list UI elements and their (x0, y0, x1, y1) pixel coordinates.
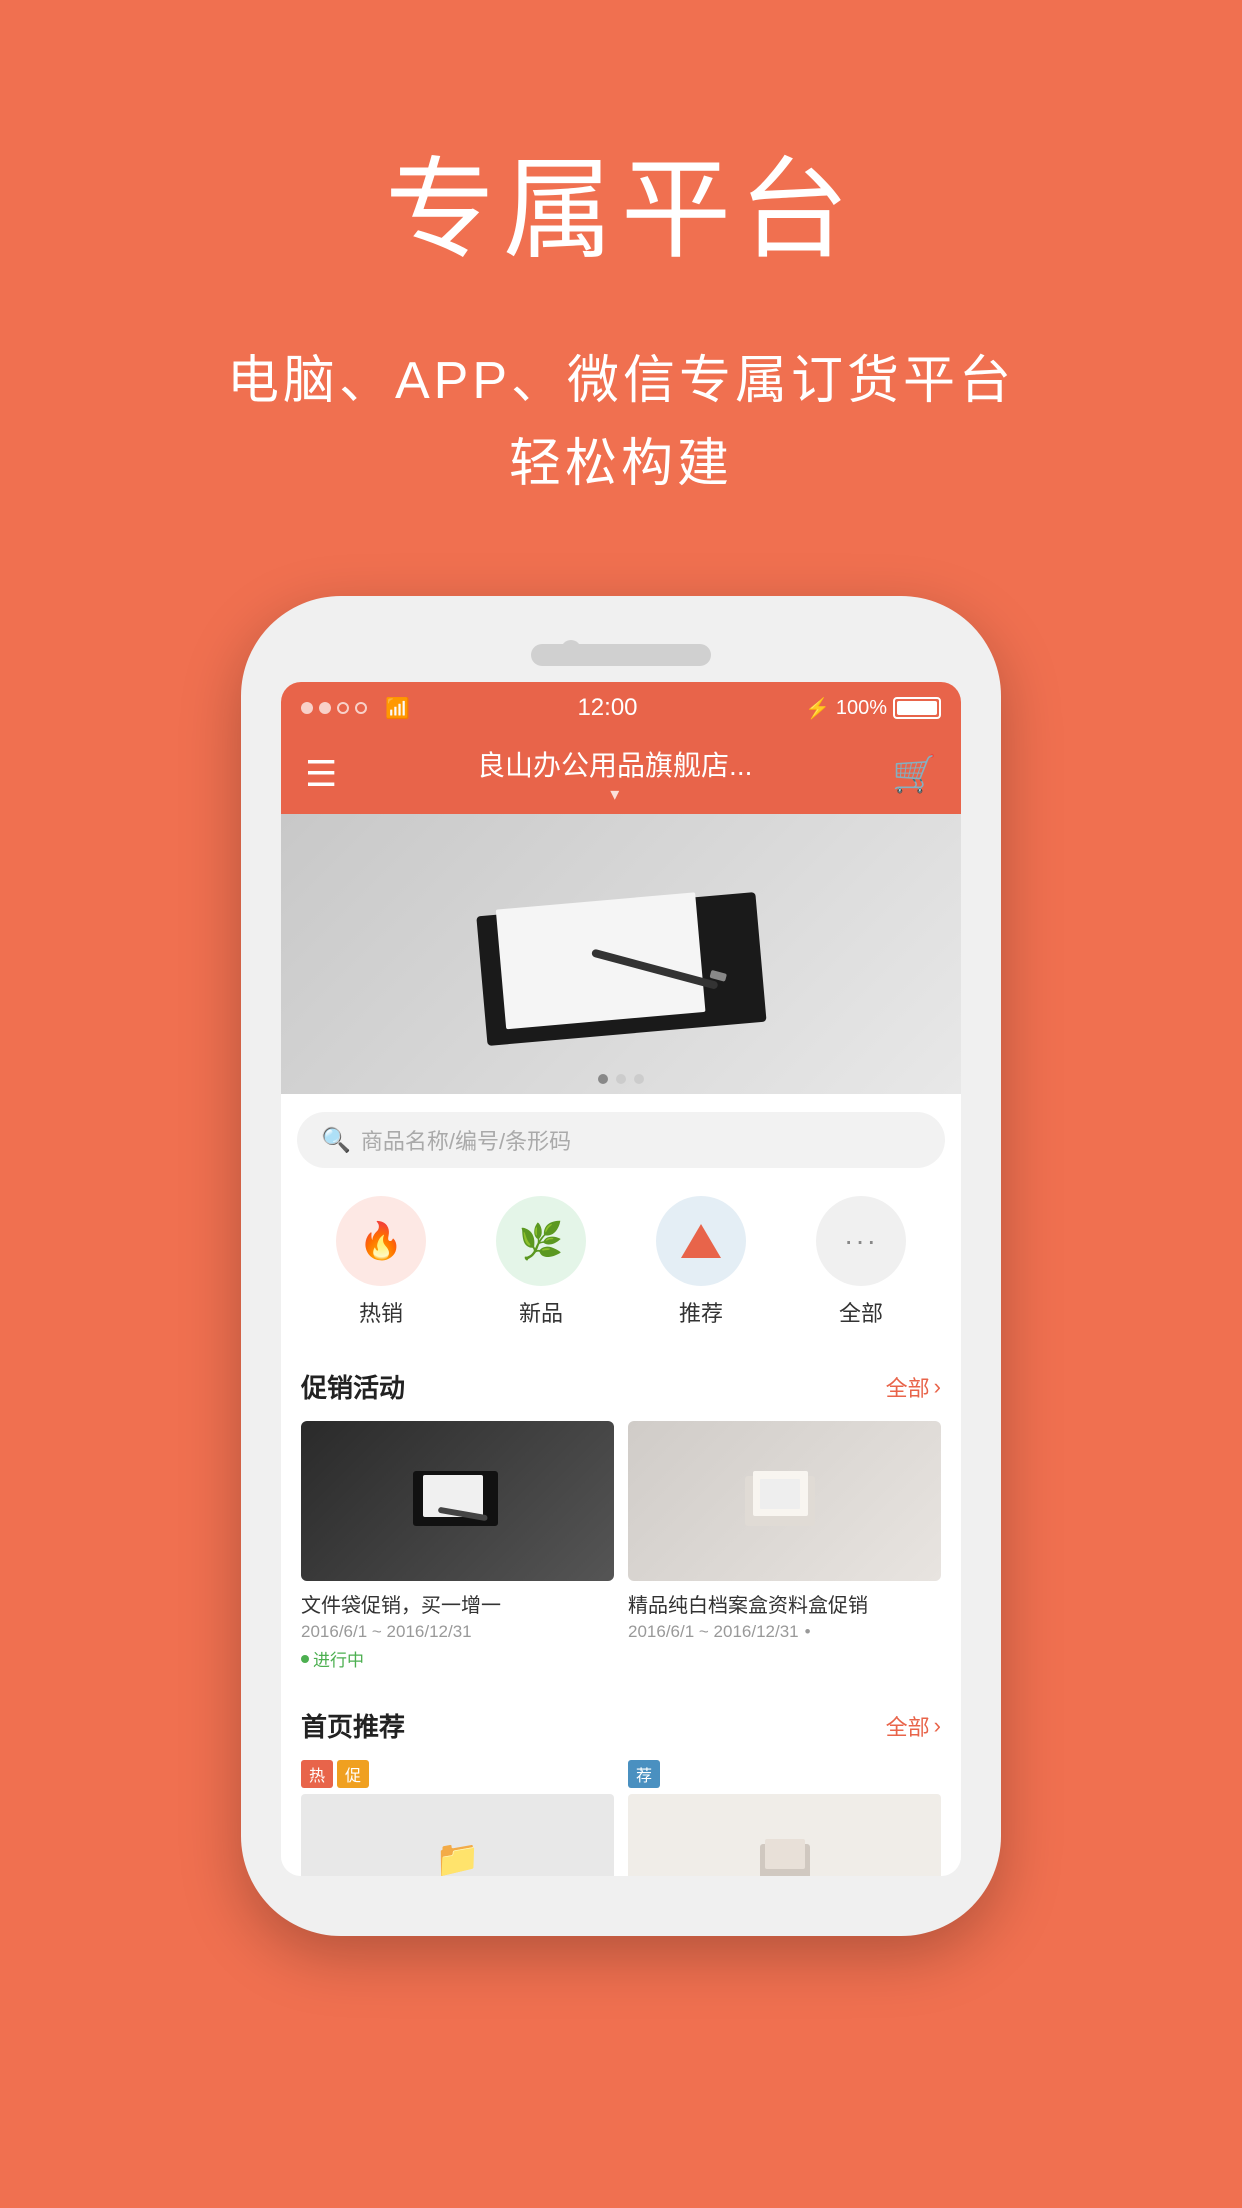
chevron-right-icon: › (934, 1374, 941, 1400)
phone-speaker (531, 644, 711, 666)
status-time: 12:00 (577, 694, 637, 722)
promo-item-1[interactable]: 文件袋促销，买一增一 2016/6/1 ~ 2016/12/31 进行中 (301, 1421, 614, 1671)
promo-status-dot-2: • (805, 1622, 811, 1642)
rec-tags-2: 荐 (628, 1760, 941, 1788)
status-right: ⚡ 100% (805, 696, 941, 721)
rec-more-link[interactable]: 全部 › (886, 1710, 941, 1742)
rec-section-title: 首页推荐 (301, 1707, 405, 1744)
promo-date-2: 2016/6/1 ~ 2016/12/31 (628, 1622, 799, 1642)
rec-product-image-1: 📁 (301, 1794, 614, 1876)
phone-screen: 📶 12:00 ⚡ 100% ☰ 良山办公用品旗舰店... (281, 682, 961, 1876)
banner-product-image (451, 844, 791, 1064)
banner-pagination (598, 1074, 644, 1084)
category-row: 🔥 热销 🌿 新品 推荐 ··· 全部 (281, 1186, 961, 1348)
promo-image-1 (301, 1421, 614, 1581)
promo-grid: 文件袋促销，买一增一 2016/6/1 ~ 2016/12/31 进行中 (301, 1421, 941, 1671)
category-new[interactable]: 🌿 新品 (496, 1196, 586, 1328)
promo-more-link[interactable]: 全部 › (886, 1371, 941, 1403)
promo-section: 促销活动 全部 › (281, 1352, 961, 1687)
product-banner[interactable] (281, 814, 961, 1094)
tag-new: 荐 (628, 1760, 660, 1788)
banner-dot-1 (598, 1074, 608, 1084)
category-recommend[interactable]: 推荐 (656, 1196, 746, 1328)
banner-dot-3 (634, 1074, 644, 1084)
rec-section-header: 首页推荐 全部 › (301, 1707, 941, 1744)
hero-subtitle: 电脑、APP、微信专属订货平台 轻松构建 (227, 340, 1015, 506)
battery-pct: 100% (836, 697, 887, 720)
category-hot[interactable]: 🔥 热销 (336, 1196, 426, 1328)
new-icon-circle: 🌿 (496, 1196, 586, 1286)
cat-label-rec: 推荐 (679, 1296, 723, 1328)
rec-tags-1: 热 促 (301, 1760, 614, 1788)
hot-icon-circle: 🔥 (336, 1196, 426, 1286)
triangle-icon (681, 1224, 721, 1258)
recommend-section: 首页推荐 全部 › 热 促 (281, 1691, 961, 1876)
signal-dot-3 (337, 702, 349, 714)
rec-icon-circle (656, 1196, 746, 1286)
lightning-icon: ⚡ (805, 696, 830, 721)
search-placeholder-text: 商品名称/编号/条形码 (361, 1124, 571, 1156)
cat-label-new: 新品 (519, 1296, 563, 1328)
battery-bar (893, 697, 941, 719)
promo-item-2[interactable]: 精品纯白档案盒资料盒促销 2016/6/1 ~ 2016/12/31 • (628, 1421, 941, 1671)
page-background: 专属平台 电脑、APP、微信专属订货平台 轻松构建 📶 (0, 0, 1242, 2208)
rec-product-grid: 热 促 📁 荐 (301, 1760, 941, 1876)
active-dot (301, 1655, 309, 1663)
promo-status-1: 进行中 (301, 1646, 364, 1671)
promo-date-1: 2016/6/1 ~ 2016/12/31 (301, 1622, 472, 1642)
nav-title: 良山办公用品旗舰店... (477, 744, 752, 784)
search-bar[interactable]: 🔍 商品名称/编号/条形码 (297, 1112, 945, 1168)
menu-icon[interactable]: ☰ (305, 753, 337, 795)
promo-date-row-2: 2016/6/1 ~ 2016/12/31 • (628, 1622, 941, 1642)
rec-chevron-right-icon: › (934, 1713, 941, 1739)
signal-dot-2 (319, 702, 331, 714)
nav-dropdown-indicator: ▾ (610, 784, 619, 805)
nav-bar: ☰ 良山办公用品旗舰店... ▾ 🛒 (281, 734, 961, 814)
search-icon: 🔍 (321, 1126, 351, 1155)
signal-dot-4 (355, 702, 367, 714)
rec-product-image-2 (628, 1794, 941, 1876)
cat-label-all: 全部 (839, 1296, 883, 1328)
phone-outer: 📶 12:00 ⚡ 100% ☰ 良山办公用品旗舰店... (241, 596, 1001, 1936)
promo-status-row-1: 进行中 (301, 1646, 614, 1671)
status-left: 📶 (301, 695, 410, 721)
cart-icon[interactable]: 🛒 (892, 753, 937, 795)
phone-mockup: 📶 12:00 ⚡ 100% ☰ 良山办公用品旗舰店... (241, 596, 1001, 1936)
rec-product-icon-1: 📁 (435, 1838, 480, 1876)
promo-name-1: 文件袋促销，买一增一 (301, 1589, 614, 1618)
cat-label-hot: 热销 (359, 1296, 403, 1328)
banner-dot-2 (616, 1074, 626, 1084)
wifi-icon: 📶 (385, 696, 410, 721)
status-bar: 📶 12:00 ⚡ 100% (281, 682, 961, 734)
tag-promo: 促 (337, 1760, 369, 1788)
category-all[interactable]: ··· 全部 (816, 1196, 906, 1328)
battery-fill (897, 701, 937, 715)
all-icon-circle: ··· (816, 1196, 906, 1286)
rec-product-2[interactable]: 荐 (628, 1760, 941, 1876)
promo-section-header: 促销活动 全部 › (301, 1368, 941, 1405)
promo-date-row-1: 2016/6/1 ~ 2016/12/31 (301, 1622, 614, 1642)
nav-center: 良山办公用品旗舰店... ▾ (477, 744, 752, 805)
hero-title: 专属平台 (385, 120, 857, 280)
promo-section-title: 促销活动 (301, 1368, 405, 1405)
promo-name-2: 精品纯白档案盒资料盒促销 (628, 1589, 941, 1618)
promo-image-2 (628, 1421, 941, 1581)
rec-product-1[interactable]: 热 促 📁 (301, 1760, 614, 1876)
tag-hot: 热 (301, 1760, 333, 1788)
signal-dot-1 (301, 702, 313, 714)
